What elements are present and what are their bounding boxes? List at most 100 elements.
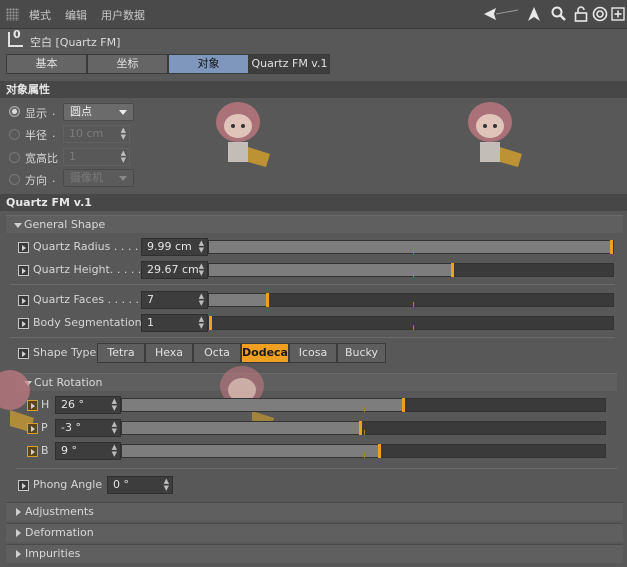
rotation-b-label: B — [41, 444, 49, 457]
mascot-sticker-image — [216, 102, 270, 167]
menu-mode[interactable]: 模式 — [29, 7, 51, 23]
target-icon[interactable] — [591, 5, 609, 23]
grip-icon[interactable] — [6, 8, 19, 21]
display-label: 显示 — [25, 107, 47, 120]
divider — [16, 468, 617, 469]
slider-handle[interactable] — [359, 421, 362, 435]
keyframe-button[interactable] — [27, 400, 38, 411]
quartz-height-field[interactable]: 29.67 cm ▲ ▼ — [141, 261, 208, 279]
cursor-icon[interactable] — [525, 5, 543, 23]
deformation-group[interactable]: Deformation — [6, 523, 623, 542]
radius-field[interactable]: 10 cm ▲ ▼ — [63, 125, 130, 143]
body-segmentation-slider[interactable] — [208, 316, 614, 330]
shape-tetra-button[interactable]: Tetra — [97, 343, 145, 363]
spinner-icon[interactable]: ▲ ▼ — [199, 263, 204, 277]
mascot-sticker-image — [468, 102, 522, 167]
slider-fill — [209, 241, 610, 253]
back-arrow-icon[interactable] — [482, 5, 520, 23]
quartz-height-slider[interactable] — [208, 263, 614, 277]
rotation-h-label: H — [41, 398, 50, 411]
keyframe-button[interactable] — [18, 480, 29, 491]
spinner-icon[interactable]: ▲ ▼ — [121, 150, 126, 164]
spinner-icon[interactable]: ▲ ▼ — [112, 398, 117, 412]
keyframe-button[interactable] — [18, 348, 29, 359]
rotation-p-field[interactable]: -3 ° ▲ ▼ — [55, 419, 121, 437]
orientation-radio[interactable] — [9, 174, 20, 185]
add-panel-icon[interactable] — [609, 5, 627, 23]
null-object-icon: 0 — [8, 28, 23, 47]
quartz-radius-slider[interactable] — [208, 240, 614, 254]
keyframe-button[interactable] — [18, 242, 29, 253]
menu-userdata[interactable]: 用户数据 — [101, 7, 145, 23]
shape-icosa-button[interactable]: Icosa — [289, 343, 337, 363]
rotation-h-field[interactable]: 26 ° ▲ ▼ — [55, 396, 121, 414]
rotation-b-slider[interactable] — [121, 444, 606, 458]
slider-fill — [122, 422, 359, 434]
divider — [10, 284, 615, 285]
tab-basic[interactable]: 基本 — [6, 54, 87, 74]
slider-tick — [413, 249, 414, 254]
collapse-arrow-icon — [14, 223, 22, 228]
aspect-radio[interactable] — [9, 152, 20, 163]
slider-tick — [413, 302, 414, 307]
body-segmentation-field[interactable]: 1 ▲ ▼ — [141, 314, 208, 332]
tab-quartz-fm[interactable]: Quartz FM v.1 — [249, 54, 330, 74]
slider-fill — [209, 294, 266, 306]
spinner-icon[interactable]: ▲ ▼ — [121, 127, 126, 141]
rotation-h-slider[interactable] — [121, 398, 606, 412]
phong-angle-field[interactable]: 0 ° ▲ ▼ — [107, 476, 173, 494]
rotation-p-slider[interactable] — [121, 421, 606, 435]
rotation-b-field[interactable]: 9 ° ▲ ▼ — [55, 442, 121, 460]
shape-hexa-button[interactable]: Hexa — [145, 343, 193, 363]
lock-icon[interactable] — [572, 5, 590, 23]
expand-arrow-icon — [16, 550, 21, 558]
menu-edit[interactable]: 编辑 — [65, 7, 87, 23]
display-dropdown[interactable]: 圆点 — [63, 103, 134, 121]
spinner-icon[interactable]: ▲ ▼ — [164, 478, 169, 492]
keyframe-button[interactable] — [18, 318, 29, 329]
slider-fill — [122, 399, 402, 411]
search-icon[interactable] — [550, 5, 568, 23]
slider-handle[interactable] — [209, 316, 212, 330]
expand-arrow-icon — [16, 508, 21, 516]
radius-radio[interactable] — [9, 129, 20, 140]
object-title: 空白 [Quartz FM] — [30, 36, 121, 49]
quartz-faces-slider[interactable] — [208, 293, 614, 307]
menu-bar: 模式 编辑 用户数据 — [0, 0, 627, 29]
impurities-group[interactable]: Impurities — [6, 544, 623, 563]
slider-tick — [364, 430, 365, 435]
slider-tick — [364, 453, 365, 458]
slider-tick — [364, 407, 365, 412]
tab-object[interactable]: 对象 — [168, 54, 249, 74]
quartz-faces-field[interactable]: 7 ▲ ▼ — [141, 291, 208, 309]
spinner-icon[interactable]: ▲ ▼ — [199, 316, 204, 330]
adjustments-group[interactable]: Adjustments — [6, 502, 623, 521]
keyframe-button[interactable] — [27, 446, 38, 457]
slider-handle[interactable] — [378, 444, 381, 458]
slider-fill — [122, 445, 378, 457]
general-shape-group[interactable]: General Shape — [6, 215, 623, 233]
tab-coord[interactable]: 坐标 — [87, 54, 168, 74]
quartz-radius-label: Quartz Radius . . . . . — [33, 240, 146, 253]
keyframe-button[interactable] — [27, 423, 38, 434]
display-radio[interactable] — [9, 106, 20, 117]
aspect-label: 宽高比 — [25, 152, 58, 165]
keyframe-button[interactable] — [18, 265, 29, 276]
slider-handle[interactable] — [266, 293, 269, 307]
spinner-icon[interactable]: ▲ ▼ — [199, 293, 204, 307]
spinner-icon[interactable]: ▲ ▼ — [112, 444, 117, 458]
slider-handle[interactable] — [402, 398, 405, 412]
slider-handle[interactable] — [610, 240, 613, 254]
orientation-dropdown[interactable]: 摄像机 — [63, 169, 134, 187]
slider-handle[interactable] — [451, 263, 454, 277]
shape-bucky-button[interactable]: Bucky — [337, 343, 386, 363]
spinner-icon[interactable]: ▲ ▼ — [112, 421, 117, 435]
quartz-radius-field[interactable]: 9.99 cm ▲ ▼ — [141, 238, 208, 256]
aspect-field[interactable]: 1 ▲ ▼ — [63, 148, 130, 166]
spinner-icon[interactable]: ▲ ▼ — [199, 240, 204, 254]
slider-tick — [413, 325, 414, 330]
slider-fill — [209, 264, 451, 276]
cut-rotation-group[interactable]: Cut Rotation — [16, 373, 617, 391]
plugin-header: Quartz FM v.1 — [0, 194, 627, 211]
keyframe-button[interactable] — [18, 295, 29, 306]
